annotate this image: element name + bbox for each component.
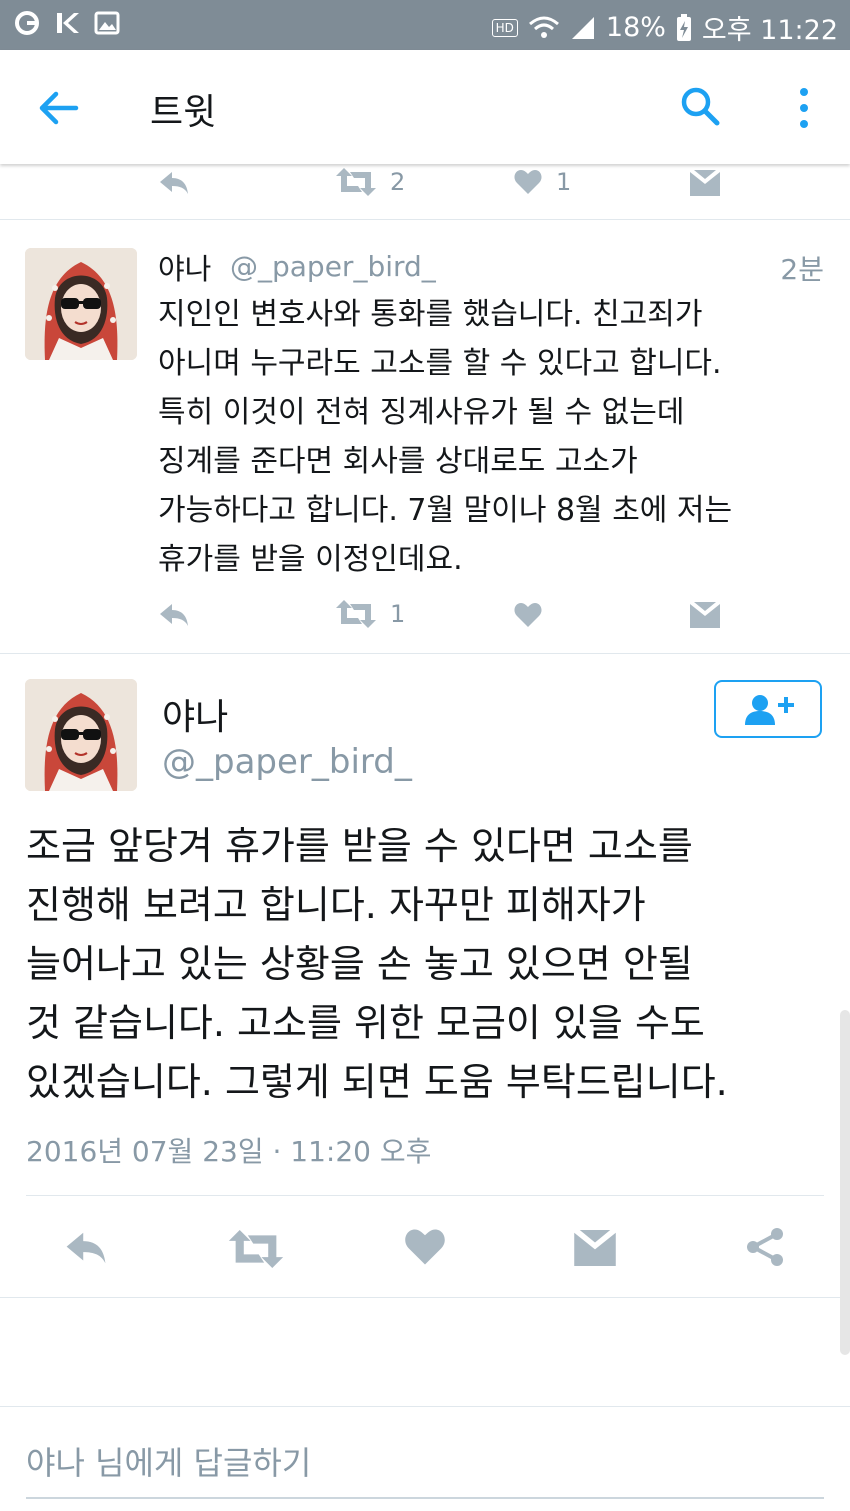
retweet-count: 1 xyxy=(390,600,406,628)
heart-icon[interactable] xyxy=(404,1228,446,1266)
page-title: 트윗 xyxy=(150,92,217,133)
reply-icon[interactable] xyxy=(158,602,190,628)
divider xyxy=(0,219,850,220)
retweet-action[interactable]: 2 xyxy=(336,168,405,196)
signal-icon xyxy=(571,16,594,39)
like-count: 1 xyxy=(556,168,572,196)
reply-icon[interactable] xyxy=(62,1230,110,1266)
follow-button[interactable] xyxy=(714,680,822,738)
reply-input[interactable]: 야나 님에게 답글하기 xyxy=(26,1438,311,1484)
heart-icon[interactable] xyxy=(514,602,542,628)
message-icon[interactable] xyxy=(574,1230,616,1266)
app-bar: 트윗 xyxy=(0,50,850,164)
avatar[interactable] xyxy=(25,248,137,360)
retweet-icon[interactable] xyxy=(228,1230,284,1268)
tweet-text: 지인인 변호사와 통화를 했습니다. 친고죄가 아니며 누구라도 고소를 할 수… xyxy=(158,297,733,577)
user-handle[interactable]: @_paper_bird_ xyxy=(230,250,436,283)
tweet-timestamp: 2분 xyxy=(780,253,824,286)
battery-charging-icon xyxy=(676,13,691,41)
search-icon[interactable] xyxy=(680,86,720,126)
tweet-text: 조금 앞당겨 휴가를 받을 수 있다면 고소를 진행해 보려고 합니다. 자꾸만… xyxy=(26,824,728,1104)
battery-percent: 18% xyxy=(605,12,666,43)
notification-g-icon xyxy=(15,11,39,35)
message-icon[interactable] xyxy=(690,170,720,196)
divider xyxy=(0,1406,850,1407)
reply-icon[interactable] xyxy=(158,170,190,196)
scrollbar[interactable] xyxy=(840,1010,850,1355)
tweet-date: 2016년 07월 23일 · 11:20 오후 xyxy=(26,1135,432,1168)
retweet-count: 2 xyxy=(390,168,406,196)
message-icon[interactable] xyxy=(690,602,720,628)
input-underline xyxy=(26,1497,824,1499)
more-vertical-icon[interactable] xyxy=(790,86,818,130)
notification-k-icon xyxy=(57,13,79,33)
like-action[interactable]: 1 xyxy=(514,168,571,196)
avatar-illustration-icon xyxy=(25,248,137,360)
share-icon[interactable] xyxy=(744,1226,786,1268)
divider xyxy=(0,653,850,654)
user-handle[interactable]: @_paper_bird_ xyxy=(162,742,412,782)
gallery-icon xyxy=(94,11,120,35)
hd-badge: HD xyxy=(491,18,518,37)
retweet-icon xyxy=(336,168,376,196)
avatar-illustration-icon xyxy=(25,679,137,791)
divider xyxy=(26,1195,824,1196)
arrow-left-icon[interactable] xyxy=(36,86,80,130)
add-user-icon xyxy=(745,695,794,725)
clock: 오후 11:22 xyxy=(701,15,838,46)
wifi-icon xyxy=(528,16,559,38)
display-name[interactable]: 야나 xyxy=(162,688,228,740)
display-name[interactable]: 야나 xyxy=(158,246,211,288)
avatar[interactable] xyxy=(25,679,137,791)
divider xyxy=(0,1297,850,1298)
retweet-action[interactable]: 1 xyxy=(336,600,405,628)
heart-icon xyxy=(514,170,542,194)
retweet-icon xyxy=(336,600,376,628)
status-bar: HD 18% 오후 11:22 xyxy=(0,0,850,50)
